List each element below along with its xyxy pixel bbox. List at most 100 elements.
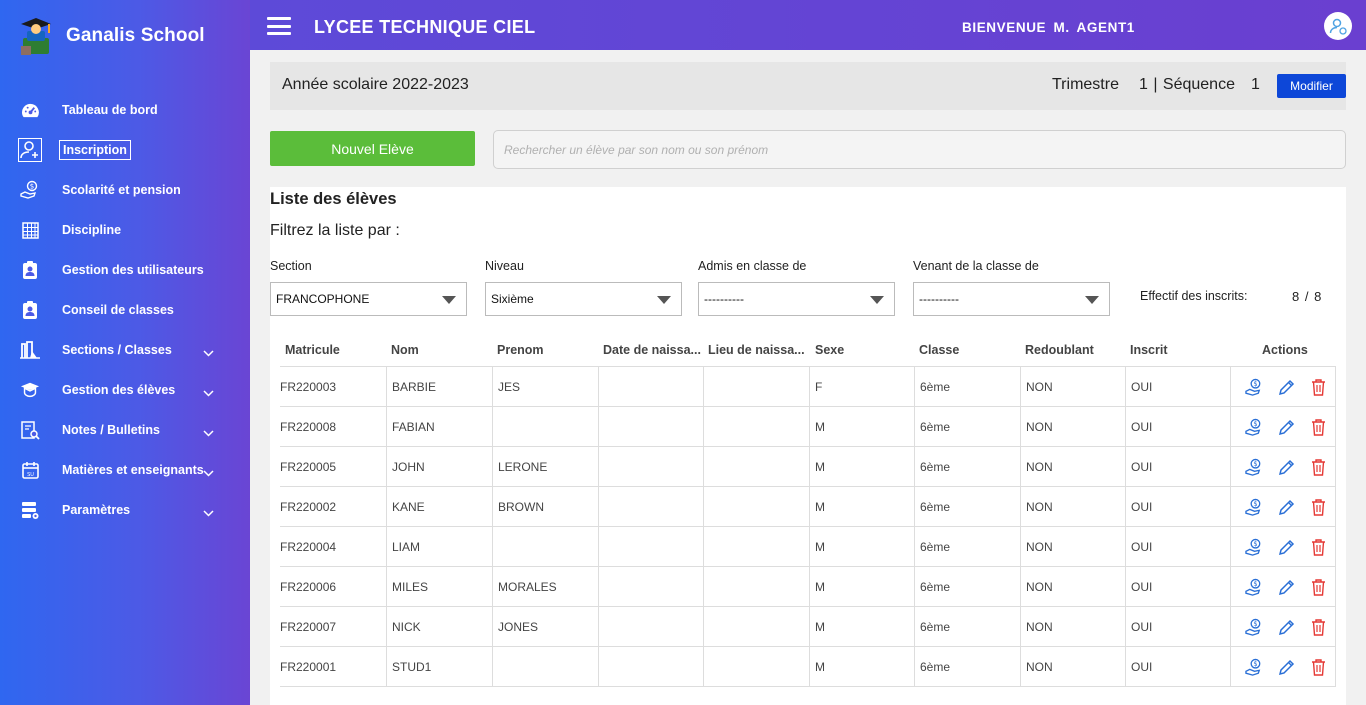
delete-icon[interactable] [1309, 578, 1328, 597]
cell-inscrit: OUI [1125, 407, 1230, 446]
row-actions: $ [1230, 447, 1336, 487]
cell-matricule: FR220007 [280, 620, 337, 634]
section-select[interactable]: FRANCOPHONE [270, 282, 467, 316]
cell-sexe: M [809, 527, 914, 566]
user-account-icon[interactable] [1324, 12, 1352, 40]
sidebar-item-scolarite-pension[interactable]: $ Scolarité et pension [0, 170, 250, 210]
table-row[interactable]: FR220004 LIAM M 6ème NON OUI $ [280, 527, 1336, 567]
sidebar-item-inscription[interactable]: Inscription [0, 130, 250, 170]
sidebar-item-sections-classes[interactable]: Sections / Classes [0, 330, 250, 370]
column-header-inscrit[interactable]: Inscrit [1130, 343, 1168, 357]
delete-icon[interactable] [1309, 618, 1328, 637]
delete-icon[interactable] [1309, 658, 1328, 677]
column-header-date-naissance[interactable]: Date de naissa... [603, 343, 701, 357]
cell-classe: 6ème [914, 607, 1020, 646]
edit-icon[interactable] [1277, 378, 1296, 397]
cell-redoublant: NON [1020, 567, 1125, 606]
payment-icon[interactable]: $ [1245, 618, 1264, 637]
table-row[interactable]: FR220001 STUD1 M 6ème NON OUI $ [280, 647, 1336, 687]
brand-title: Ganalis School [66, 25, 205, 46]
cell-sexe: M [809, 407, 914, 446]
delete-icon[interactable] [1309, 378, 1328, 397]
student-search-input[interactable] [493, 130, 1346, 169]
filter-venant: Venant de la classe de ---------- [913, 259, 1110, 316]
column-header-classe[interactable]: Classe [919, 343, 959, 357]
sidebar-item-matieres-enseignants[interactable]: SU Matières et enseignants [0, 450, 250, 490]
payment-icon[interactable]: $ [1245, 458, 1264, 477]
settings-stack-icon [20, 500, 40, 520]
sidebar-item-gestion-utilisateurs[interactable]: Gestion des utilisateurs [0, 250, 250, 290]
admis-select[interactable]: ---------- [698, 282, 895, 316]
section-select-value: FRANCOPHONE [276, 292, 370, 306]
chevron-down-icon [203, 344, 214, 362]
calendar-icon: SU [20, 460, 40, 480]
dropdown-arrow-icon [870, 296, 884, 304]
row-actions: $ [1230, 487, 1336, 527]
cell-classe: 6ème [914, 447, 1020, 486]
row-actions: $ [1230, 367, 1336, 407]
cell-lieu-naissance [703, 407, 809, 446]
effectif-value: 8 / 8 [1292, 289, 1322, 304]
delete-icon[interactable] [1309, 458, 1328, 477]
hamburger-menu-icon[interactable] [267, 17, 291, 35]
payment-icon[interactable]: $ [1245, 578, 1264, 597]
edit-icon[interactable] [1277, 418, 1296, 437]
edit-icon[interactable] [1277, 658, 1296, 677]
delete-icon[interactable] [1309, 538, 1328, 557]
delete-icon[interactable] [1309, 498, 1328, 517]
cell-nom: KANE [386, 487, 492, 526]
column-header-lieu-naissance[interactable]: Lieu de naissa... [708, 343, 805, 357]
edit-icon[interactable] [1277, 498, 1296, 517]
edit-icon[interactable] [1277, 458, 1296, 477]
sidebar-item-label: Matières et enseignants [62, 463, 204, 477]
column-header-sexe[interactable]: Sexe [815, 343, 844, 357]
column-header-prenom[interactable]: Prenom [497, 343, 544, 357]
edit-icon[interactable] [1277, 578, 1296, 597]
column-header-nom[interactable]: Nom [391, 343, 419, 357]
school-building-icon [20, 340, 40, 360]
cell-redoublant: NON [1020, 607, 1125, 646]
school-name: LYCEE TECHNIQUE CIEL [314, 17, 536, 37]
table-row[interactable]: FR220002 KANE BROWN M 6ème NON OUI $ [280, 487, 1336, 527]
column-header-redoublant[interactable]: Redoublant [1025, 343, 1094, 357]
delete-icon[interactable] [1309, 418, 1328, 437]
dropdown-arrow-icon [442, 296, 456, 304]
sidebar-item-gestion-eleves[interactable]: Gestion des élèves [0, 370, 250, 410]
welcome-text: BIENVENUE M. AGENT1 [962, 20, 1135, 35]
column-header-matricule[interactable]: Matricule [285, 343, 340, 357]
sidebar-item-tableau-de-bord[interactable]: Tableau de bord [0, 90, 250, 130]
payment-icon[interactable]: $ [1245, 418, 1264, 437]
table-row[interactable]: FR220006 MILES MORALES M 6ème NON OUI $ [280, 567, 1336, 607]
table-row[interactable]: FR220008 FABIAN M 6ème NON OUI $ [280, 407, 1336, 447]
sidebar-item-parametres[interactable]: Paramètres [0, 490, 250, 530]
payment-icon[interactable]: $ [1245, 658, 1264, 677]
table-row[interactable]: FR220005 JOHN LERONE M 6ème NON OUI $ [280, 447, 1336, 487]
sidebar-item-notes-bulletins[interactable]: Notes / Bulletins [0, 410, 250, 450]
table-body: FR220003 BARBIE JES F 6ème NON OUI $ FR2… [280, 366, 1336, 687]
new-student-button[interactable]: Nouvel Elève [270, 131, 475, 166]
filter-admis: Admis en classe de ---------- [698, 259, 895, 316]
sidebar-item-discipline[interactable]: Discipline [0, 210, 250, 250]
payment-icon[interactable]: $ [1245, 498, 1264, 517]
sidebar-item-conseil-classes[interactable]: Conseil de classes [0, 290, 250, 330]
table-row[interactable]: FR220007 NICK JONES M 6ème NON OUI $ [280, 607, 1336, 647]
cell-sexe: M [809, 607, 914, 646]
svg-text:SU: SU [27, 472, 34, 478]
cell-prenom: JES [492, 367, 598, 406]
payment-icon[interactable]: $ [1245, 538, 1264, 557]
school-logo-icon [18, 16, 54, 56]
modify-button[interactable]: Modifier [1277, 74, 1346, 98]
niveau-select[interactable]: Sixième [485, 282, 682, 316]
cell-lieu-naissance [703, 527, 809, 566]
dropdown-arrow-icon [1085, 296, 1099, 304]
brand[interactable]: Ganalis School [18, 14, 205, 58]
badge-user-icon [20, 260, 40, 280]
venant-select[interactable]: ---------- [913, 282, 1110, 316]
table-row[interactable]: FR220003 BARBIE JES F 6ème NON OUI $ [280, 367, 1336, 407]
sidebar-item-label: Inscription [59, 140, 131, 160]
edit-icon[interactable] [1277, 618, 1296, 637]
sidebar-item-label: Notes / Bulletins [62, 423, 160, 437]
cell-inscrit: OUI [1125, 367, 1230, 406]
payment-icon[interactable]: $ [1245, 378, 1264, 397]
edit-icon[interactable] [1277, 538, 1296, 557]
